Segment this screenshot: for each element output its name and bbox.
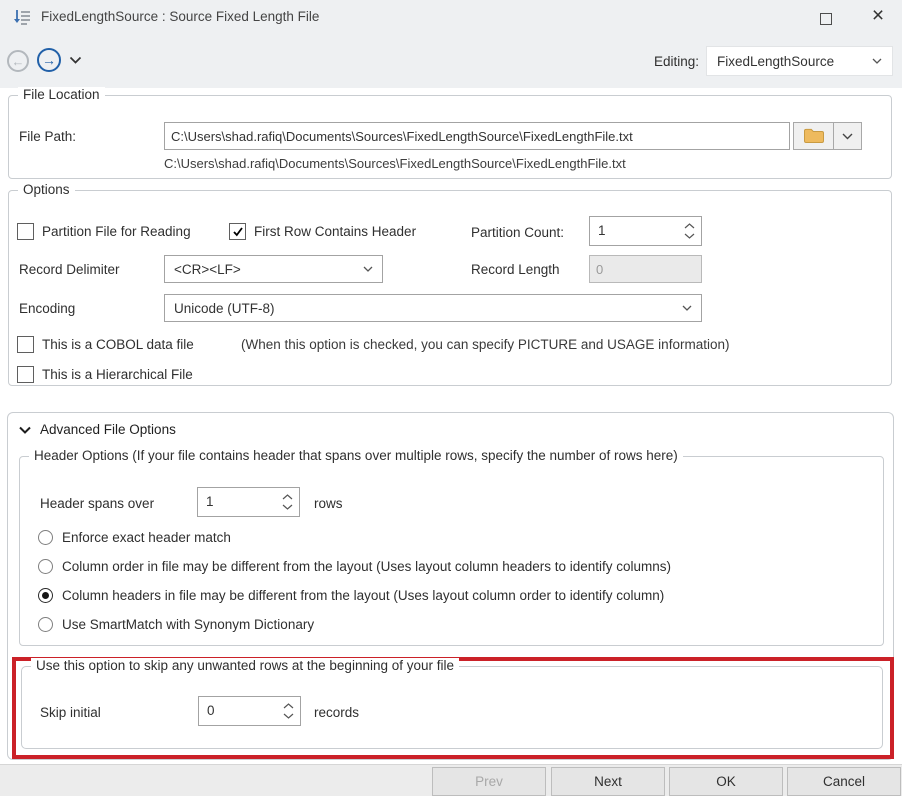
partition-count-value: 1 xyxy=(590,217,677,245)
skip-initial-label: Skip initial xyxy=(40,705,101,720)
titlebar: FixedLengthSource : Source Fixed Length … xyxy=(0,0,902,35)
advanced-section: Advanced File Options Header Options (If… xyxy=(7,412,894,760)
first-row-label: First Row Contains Header xyxy=(254,224,416,239)
chevron-down-icon xyxy=(363,266,373,272)
folder-icon xyxy=(803,128,824,144)
header-spans-value: 1 xyxy=(198,488,275,516)
radio-option[interactable]: Enforce exact header match xyxy=(38,530,231,545)
advanced-title: Advanced File Options xyxy=(40,422,176,437)
spinner-up-icon[interactable] xyxy=(684,223,695,229)
dialog-window: FixedLengthSource : Source Fixed Length … xyxy=(0,0,902,796)
radio-label: Column headers in file may be different … xyxy=(62,588,664,603)
options-group: Options Partition File for Reading First… xyxy=(8,190,892,386)
file-location-group: File Location File Path: C:\Users\shad.r… xyxy=(8,95,892,179)
radio-option[interactable]: Column order in file may be different fr… xyxy=(38,559,671,574)
back-button[interactable]: ← xyxy=(7,50,29,72)
spinner-down-icon[interactable] xyxy=(684,233,695,239)
next-button[interactable]: Next xyxy=(551,767,665,796)
header-spans-spinner[interactable]: 1 xyxy=(197,487,300,517)
prev-button[interactable]: Prev xyxy=(432,767,546,796)
skip-options-legend: Use this option to skip any unwanted row… xyxy=(31,658,459,673)
cobol-label: This is a COBOL data file xyxy=(42,337,194,352)
partition-count-spinner[interactable]: 1 xyxy=(589,216,702,246)
partition-file-checkbox[interactable] xyxy=(17,223,34,240)
radio-icon xyxy=(38,530,53,545)
skip-options-group: Use this option to skip any unwanted row… xyxy=(21,666,883,749)
hierarchical-checkbox[interactable] xyxy=(17,366,34,383)
chevron-down-icon xyxy=(872,58,882,64)
window-header: FixedLengthSource : Source Fixed Length … xyxy=(0,0,902,88)
header-options-group: Header Options (If your file contains he… xyxy=(19,456,884,646)
radio-icon xyxy=(38,588,53,603)
spinner-down-icon[interactable] xyxy=(282,504,293,510)
advanced-expander[interactable]: Advanced File Options xyxy=(19,422,176,437)
editing-label: Editing: xyxy=(654,54,699,69)
file-path-label: File Path: xyxy=(19,129,76,144)
rows-suffix: rows xyxy=(314,496,343,511)
file-path-dropdown-button[interactable] xyxy=(833,122,862,150)
file-path-display: C:\Users\shad.rafiq\Documents\Sources\Fi… xyxy=(164,156,626,171)
spinner-up-icon[interactable] xyxy=(283,703,294,709)
record-length-input xyxy=(589,255,702,283)
radio-icon xyxy=(38,559,53,574)
radio-option[interactable]: Column headers in file may be different … xyxy=(38,588,664,603)
partition-file-label: Partition File for Reading xyxy=(42,224,191,239)
chevron-down-icon xyxy=(842,133,853,140)
cobol-checkbox[interactable] xyxy=(17,336,34,353)
spinner-up-icon[interactable] xyxy=(282,494,293,500)
skip-initial-value: 0 xyxy=(199,697,276,725)
window-title: FixedLengthSource : Source Fixed Length … xyxy=(41,9,319,24)
skip-highlight-box: Use this option to skip any unwanted row… xyxy=(12,657,894,759)
radio-icon xyxy=(38,617,53,632)
encoding-value: Unicode (UTF-8) xyxy=(174,301,275,316)
record-delimiter-value: <CR><LF> xyxy=(174,262,241,277)
cancel-button[interactable]: Cancel xyxy=(787,767,901,796)
forward-button[interactable]: → xyxy=(37,48,61,72)
options-legend: Options xyxy=(18,182,75,197)
file-location-legend: File Location xyxy=(18,87,105,102)
collapse-chevron-icon xyxy=(19,426,31,434)
header-options-legend: Header Options (If your file contains he… xyxy=(29,448,683,463)
record-delimiter-select[interactable]: <CR><LF> xyxy=(164,255,383,283)
maximize-button[interactable] xyxy=(812,9,840,29)
skip-initial-spinner[interactable]: 0 xyxy=(198,696,301,726)
radio-label: Column order in file may be different fr… xyxy=(62,559,671,574)
footer-bar: Prev Next OK Cancel xyxy=(0,764,902,796)
ok-button[interactable]: OK xyxy=(669,767,783,796)
maximize-icon xyxy=(820,13,832,25)
close-button[interactable]: × xyxy=(862,2,894,30)
radio-option[interactable]: Use SmartMatch with Synonym Dictionary xyxy=(38,617,314,632)
records-suffix: records xyxy=(314,705,359,720)
editing-select[interactable]: FixedLengthSource xyxy=(706,46,893,76)
editing-value: FixedLengthSource xyxy=(717,54,834,69)
radio-label: Use SmartMatch with Synonym Dictionary xyxy=(62,617,314,632)
header-spans-label: Header spans over xyxy=(40,496,154,511)
cobol-note: (When this option is checked, you can sp… xyxy=(241,337,729,352)
encoding-label: Encoding xyxy=(19,301,75,316)
spinner-down-icon[interactable] xyxy=(283,713,294,719)
hierarchical-label: This is a Hierarchical File xyxy=(42,367,193,382)
record-delimiter-label: Record Delimiter xyxy=(19,262,120,277)
chevron-down-icon xyxy=(682,305,692,311)
source-file-icon xyxy=(13,8,33,28)
first-row-checkbox[interactable] xyxy=(229,223,246,240)
radio-label: Enforce exact header match xyxy=(62,530,231,545)
partition-count-label: Partition Count: xyxy=(471,225,564,240)
nav-dropdown-chevron-icon[interactable] xyxy=(69,56,82,64)
check-icon xyxy=(232,226,244,238)
file-path-input[interactable] xyxy=(164,122,790,150)
record-length-label: Record Length xyxy=(471,262,560,277)
encoding-select[interactable]: Unicode (UTF-8) xyxy=(164,294,702,322)
browse-button[interactable] xyxy=(793,122,834,150)
